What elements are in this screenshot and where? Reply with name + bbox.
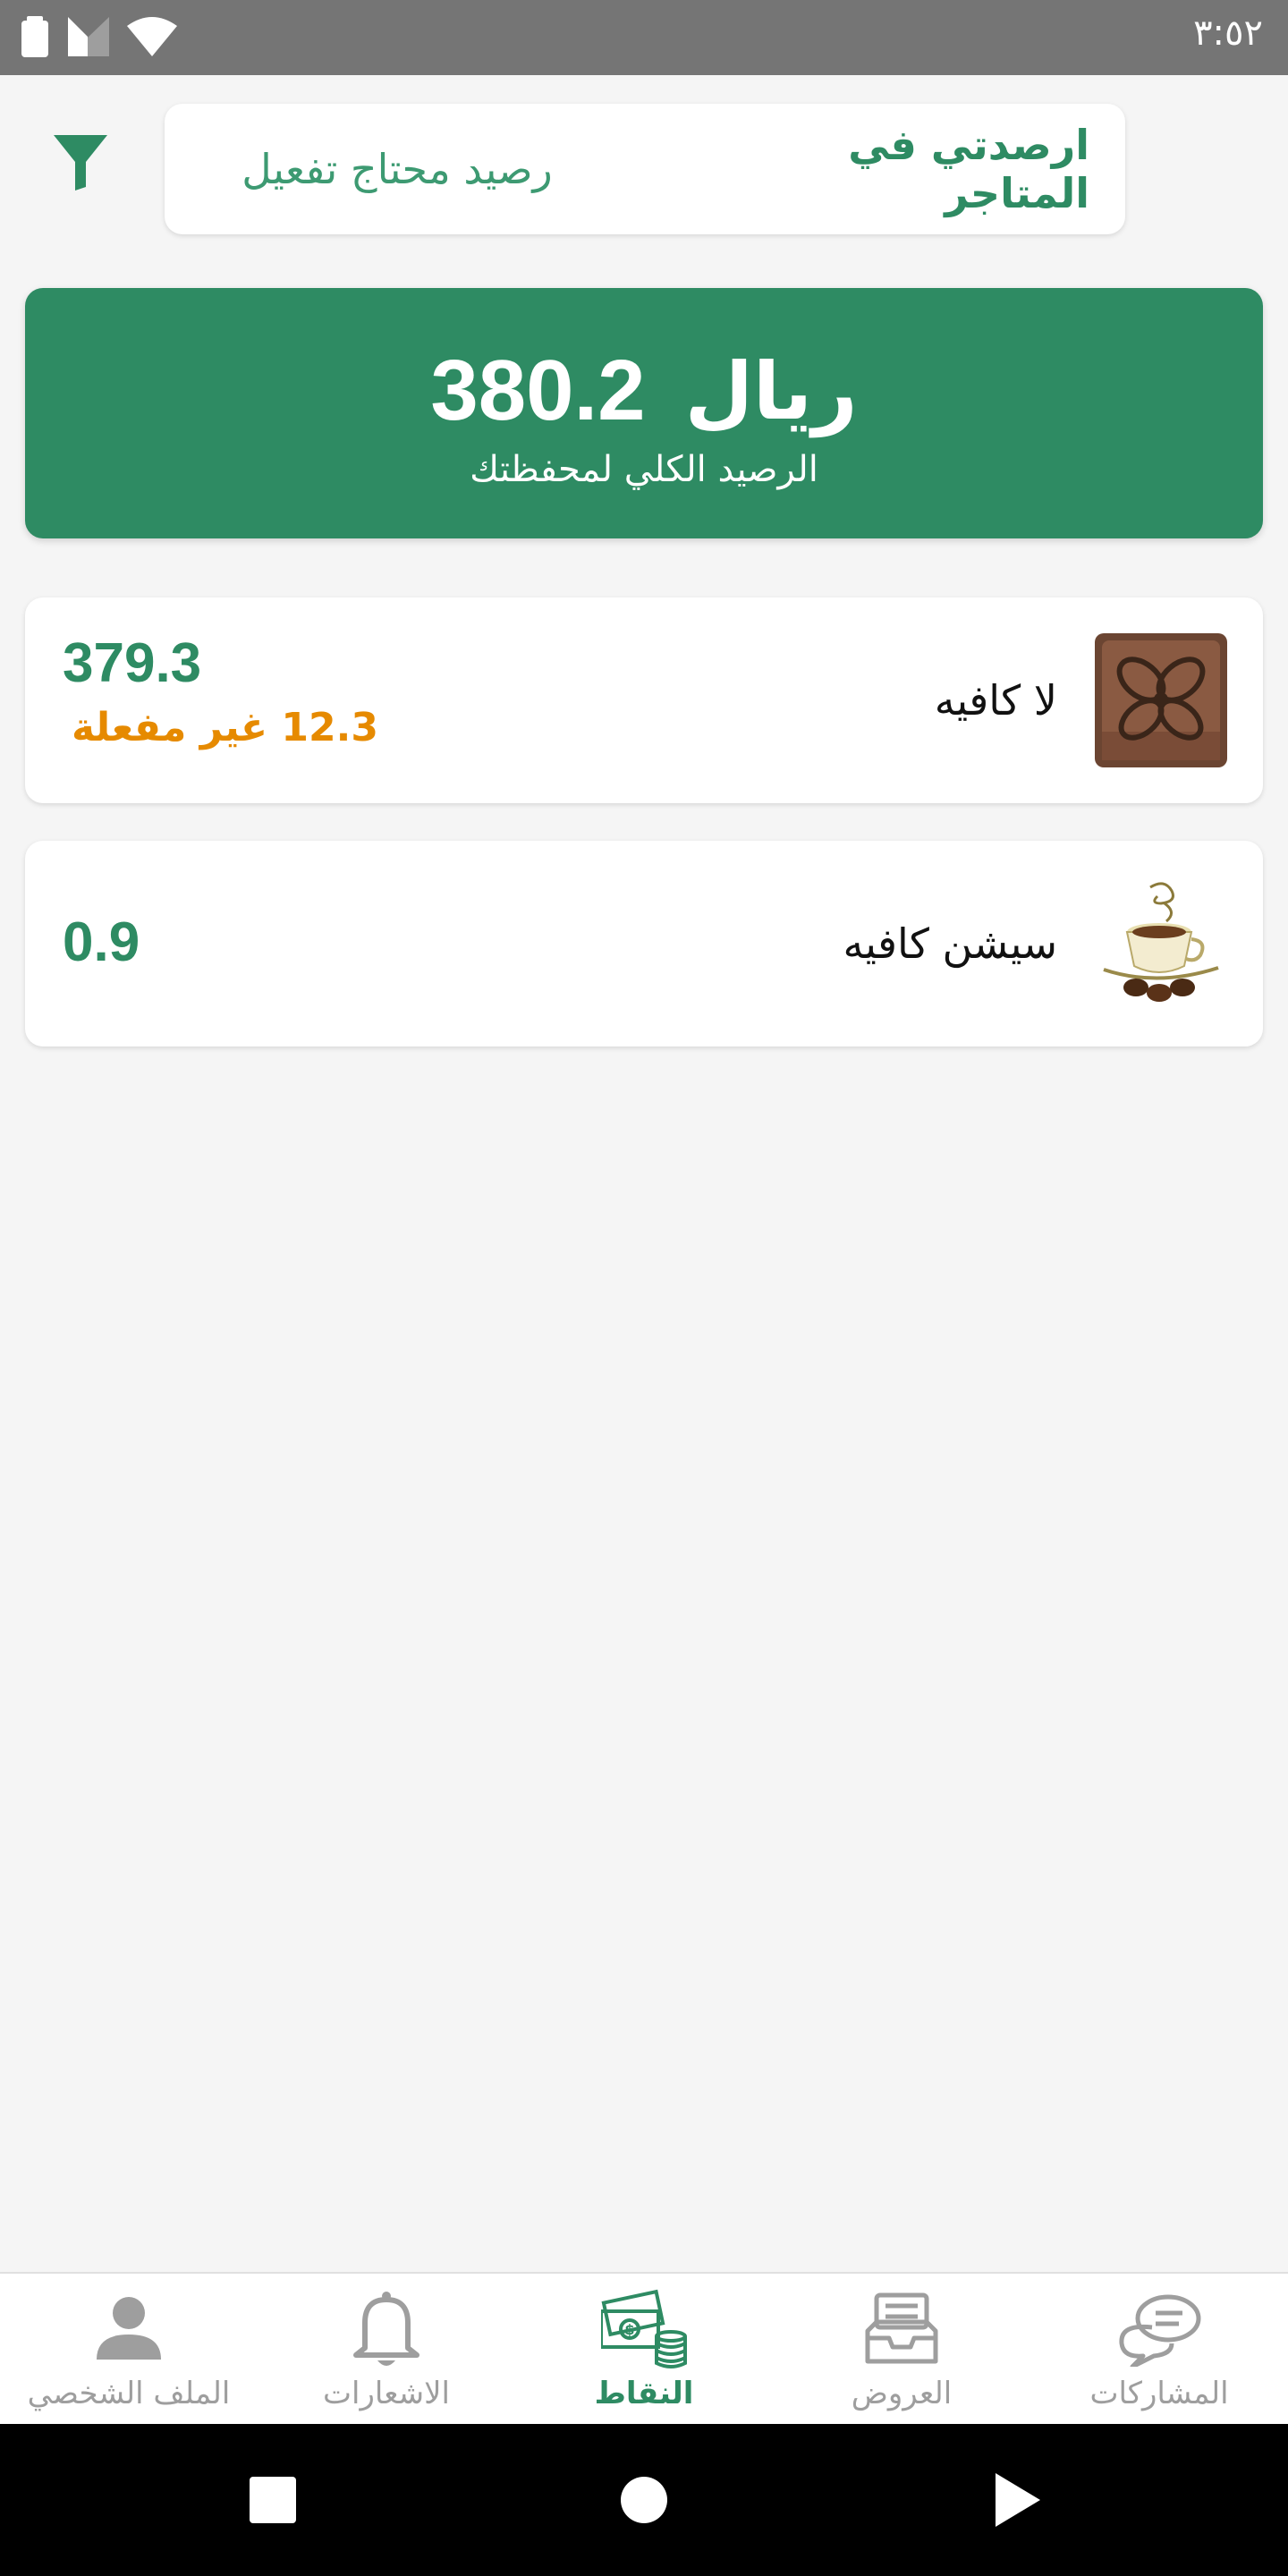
tab-my-store-balances[interactable]: ارصدتي في المتاجر <box>696 104 1089 234</box>
filter-button[interactable] <box>48 131 113 195</box>
inbox-offers-icon <box>857 2284 946 2374</box>
nav-label-points: النقاط <box>594 2376 694 2411</box>
total-balance-label: الرصيد الكلي لمحفظتك <box>470 449 818 490</box>
currency-label: ريال <box>684 344 858 437</box>
nav-label-offers: العروض <box>851 2376 953 2411</box>
store-balance: 0.9 <box>63 911 140 973</box>
store-name: لا كافيه <box>934 676 1057 724</box>
total-balance-card: 380.2 ريال الرصيد الكلي لمحفظتك <box>25 288 1263 538</box>
circle-icon <box>621 2477 667 2523</box>
store-balance: 379.3 <box>63 632 202 694</box>
chat-bubbles-icon <box>1114 2284 1204 2374</box>
money-coins-icon: $ <box>599 2284 689 2374</box>
triangle-icon <box>996 2473 1040 2527</box>
gift-box-icon <box>1095 633 1227 767</box>
wifi-icon <box>127 17 177 56</box>
recent-apps-button[interactable] <box>233 2460 313 2540</box>
nav-item-profile[interactable]: الملف الشخصي <box>0 2274 258 2426</box>
back-button[interactable] <box>977 2460 1057 2540</box>
nav-label-notifications: الاشعارات <box>323 2376 450 2411</box>
store-card-session-cafe[interactable]: سيشن كافيه 0.9 <box>25 841 1263 1046</box>
battery-icon <box>21 16 48 57</box>
nav-item-points[interactable]: $ النقاط <box>515 2274 773 2426</box>
nav-item-shares[interactable]: المشاركات <box>1030 2274 1288 2426</box>
signal-icon <box>68 17 109 56</box>
store-card-la-cafe[interactable]: لا كافيه 379.3 12.3 غير مفعلة <box>25 597 1263 803</box>
tab-pending-activation[interactable]: رصيد محتاج تفعيل <box>200 104 594 234</box>
bell-icon <box>342 2284 431 2374</box>
store-inactive-balance: 12.3 غير مفعلة <box>72 705 378 750</box>
status-time: ٣:٥٢ <box>1193 13 1263 54</box>
nav-label-profile: الملف الشخصي <box>27 2376 231 2411</box>
filter-icon <box>54 135 107 191</box>
svg-text:$: $ <box>624 2321 634 2338</box>
total-balance-amount: 380.2 <box>430 343 646 438</box>
person-icon <box>84 2284 174 2374</box>
system-navigation-bar <box>0 2424 1288 2576</box>
nav-item-offers[interactable]: العروض <box>773 2274 1030 2426</box>
coffee-cup-icon <box>1095 877 1227 1011</box>
balance-row: 380.2 ريال <box>25 342 1263 440</box>
store-name: سيشن كافيه <box>843 919 1057 968</box>
nav-item-notifications[interactable]: الاشعارات <box>258 2274 515 2426</box>
home-button[interactable] <box>604 2460 684 2540</box>
square-icon <box>250 2477 296 2523</box>
status-bar: ٣:٥٢ <box>0 0 1288 75</box>
tabs-card: ارصدتي في المتاجر رصيد محتاج تفعيل <box>165 104 1125 234</box>
nav-label-shares: المشاركات <box>1089 2376 1229 2411</box>
status-icons <box>20 16 177 57</box>
bottom-navigation: الملف الشخصي الاشعارات $ النقاط العروض ا… <box>0 2272 1288 2424</box>
